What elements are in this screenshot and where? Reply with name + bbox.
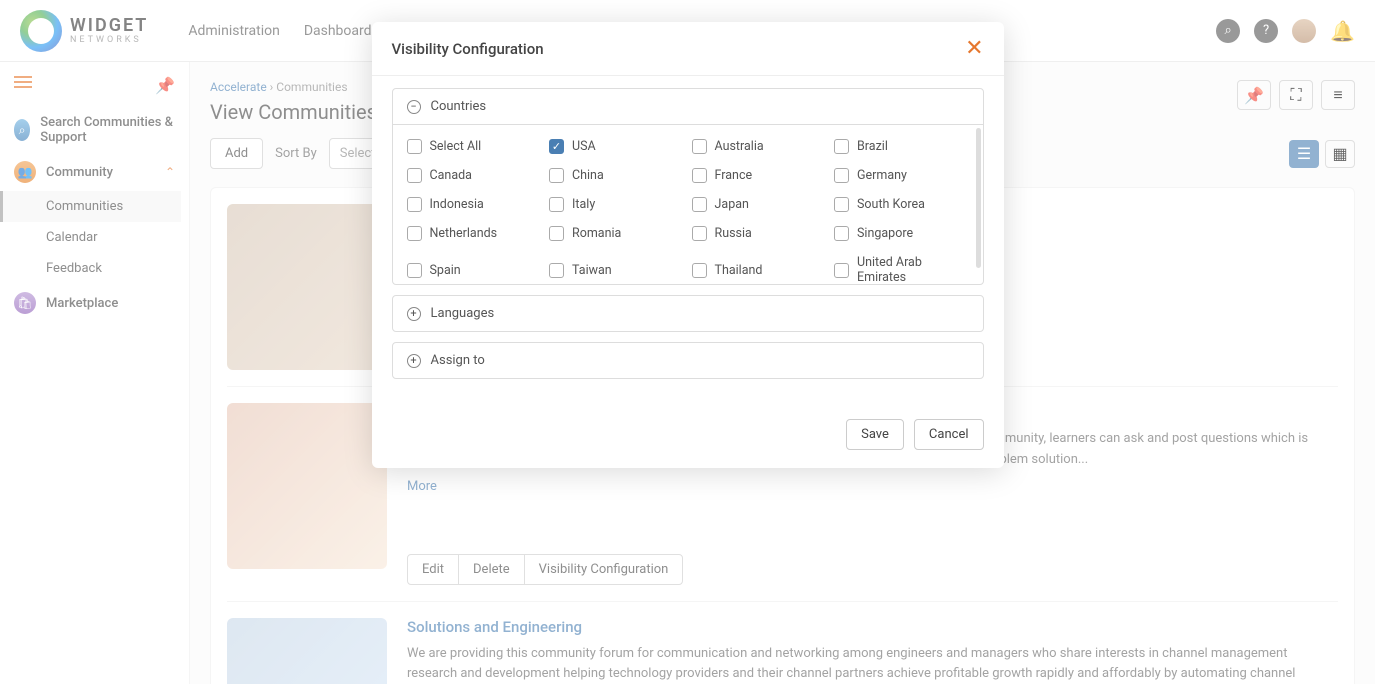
section-countries: − Countries Select All ✓ USA Australia Brazi…: [392, 88, 984, 285]
country-label: USA: [572, 139, 596, 154]
checkbox-icon: [549, 197, 564, 212]
section-assign: + Assign to: [392, 342, 984, 379]
country-checkbox[interactable]: Romania: [549, 226, 684, 241]
country-label: United Arab Emirates: [857, 255, 969, 284]
country-label: Japan: [715, 197, 749, 212]
checkbox-icon: [692, 168, 707, 183]
section-languages: + Languages: [392, 295, 984, 332]
country-label: Spain: [430, 263, 461, 278]
country-checkbox[interactable]: Brazil: [834, 139, 969, 154]
country-label: Russia: [715, 226, 752, 241]
checkbox-icon: [549, 263, 564, 278]
checkbox-icon: [407, 139, 422, 154]
country-checkbox[interactable]: Netherlands: [407, 226, 542, 241]
checkbox-icon: [834, 263, 849, 278]
country-checkbox[interactable]: ✓ USA: [549, 139, 684, 154]
checkbox-icon: [549, 168, 564, 183]
visibility-modal: Visibility Configuration ✕ − Countries S…: [372, 22, 1004, 468]
checkbox-icon: [692, 197, 707, 212]
checkbox-icon: [407, 226, 422, 241]
country-checkbox[interactable]: Select All: [407, 139, 542, 154]
cancel-button[interactable]: Cancel: [914, 419, 984, 450]
checkbox-icon: ✓: [549, 139, 564, 154]
section-languages-header[interactable]: + Languages: [393, 296, 983, 331]
modal-title: Visibility Configuration: [392, 40, 544, 58]
section-languages-label: Languages: [431, 306, 495, 321]
section-countries-label: Countries: [431, 99, 487, 114]
country-checkbox[interactable]: France: [692, 168, 827, 183]
close-icon[interactable]: ✕: [965, 36, 983, 61]
country-label: Netherlands: [430, 226, 498, 241]
country-label: Taiwan: [572, 263, 612, 278]
country-checkbox[interactable]: Italy: [549, 197, 684, 212]
checkbox-icon: [834, 168, 849, 183]
collapse-icon: −: [407, 100, 421, 114]
country-checkbox[interactable]: South Korea: [834, 197, 969, 212]
country-label: Select All: [430, 139, 482, 154]
country-label: Thailand: [715, 263, 763, 278]
checkbox-icon: [407, 197, 422, 212]
scrollbar[interactable]: [976, 128, 981, 268]
country-label: Brazil: [857, 139, 888, 154]
country-checkbox[interactable]: Spain: [407, 255, 542, 284]
section-assign-header[interactable]: + Assign to: [393, 343, 983, 378]
country-checkbox[interactable]: Thailand: [692, 255, 827, 284]
checkbox-icon: [692, 263, 707, 278]
modal-overlay: Visibility Configuration ✕ − Countries S…: [0, 0, 1375, 684]
country-label: France: [715, 168, 753, 183]
checkbox-icon: [834, 139, 849, 154]
country-label: Singapore: [857, 226, 913, 241]
country-checkbox[interactable]: Taiwan: [549, 255, 684, 284]
country-checkbox[interactable]: Russia: [692, 226, 827, 241]
country-checkbox[interactable]: Germany: [834, 168, 969, 183]
checkbox-icon: [549, 226, 564, 241]
country-label: South Korea: [857, 197, 925, 212]
country-label: Germany: [857, 168, 907, 183]
country-checkbox[interactable]: Japan: [692, 197, 827, 212]
expand-icon: +: [407, 307, 421, 321]
country-checkbox[interactable]: United Arab Emirates: [834, 255, 969, 284]
country-label: Italy: [572, 197, 595, 212]
section-assign-label: Assign to: [431, 353, 485, 368]
country-label: Australia: [715, 139, 764, 154]
country-checkbox[interactable]: Australia: [692, 139, 827, 154]
save-button[interactable]: Save: [846, 419, 904, 450]
checkbox-icon: [407, 168, 422, 183]
country-label: Indonesia: [430, 197, 484, 212]
expand-icon: +: [407, 354, 421, 368]
country-checkbox[interactable]: Singapore: [834, 226, 969, 241]
checkbox-icon: [692, 139, 707, 154]
checkbox-icon: [692, 226, 707, 241]
checkbox-icon: [407, 263, 422, 278]
country-label: Canada: [430, 168, 473, 183]
section-countries-header[interactable]: − Countries: [393, 89, 983, 124]
country-checkbox[interactable]: Indonesia: [407, 197, 542, 212]
country-checkbox[interactable]: China: [549, 168, 684, 183]
country-label: China: [572, 168, 604, 183]
checkbox-icon: [834, 197, 849, 212]
checkbox-icon: [834, 226, 849, 241]
country-label: Romania: [572, 226, 621, 241]
country-checkbox[interactable]: Canada: [407, 168, 542, 183]
